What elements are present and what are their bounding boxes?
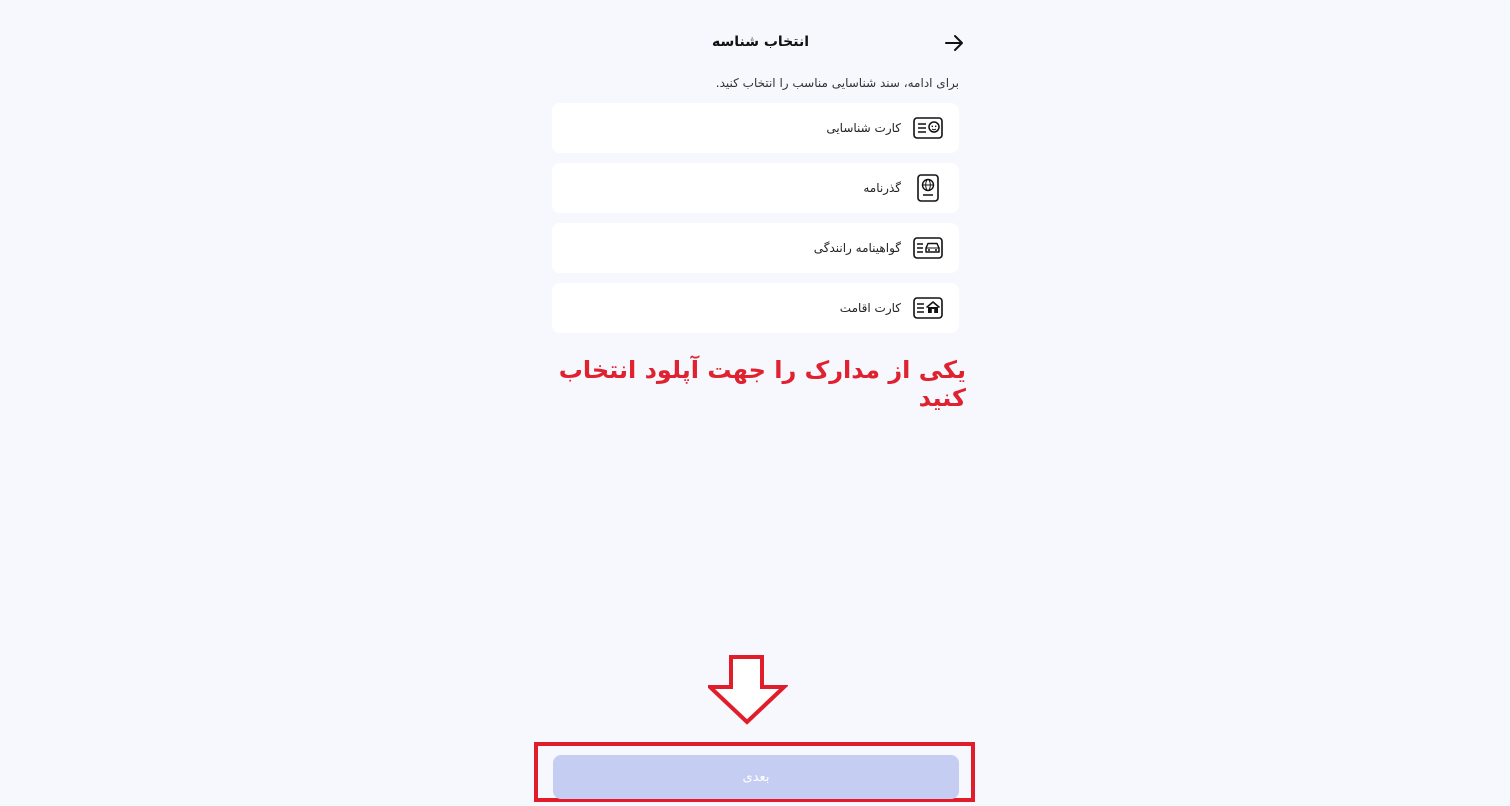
next-button[interactable]: بعدی [553, 755, 959, 799]
page-header: انتخاب شناسه [552, 28, 969, 58]
page-title: انتخاب شناسه [711, 34, 810, 50]
option-label: کارت شناسایی [826, 121, 901, 135]
instruction-annotation: یکی از مدارک را جهت آپلود انتخاب کنید [558, 356, 966, 412]
passport-icon [913, 173, 943, 203]
option-driving-license[interactable]: گواهینامه رانندگی [552, 223, 959, 273]
option-label: گذرنامه [863, 181, 901, 195]
option-passport[interactable]: گذرنامه [552, 163, 959, 213]
option-id-card[interactable]: کارت شناسایی [552, 103, 959, 153]
driving-license-icon [913, 233, 943, 263]
residence-card-icon [913, 293, 943, 323]
document-options-list: کارت شناسایی گذرنامه گواهینامه رانندگی ک… [552, 103, 959, 343]
id-card-icon [913, 113, 943, 143]
option-label: گواهینامه رانندگی [813, 241, 901, 255]
option-residence-card[interactable]: کارت اقامت [552, 283, 959, 333]
arrow-down-icon [708, 655, 788, 725]
page-subtitle: برای ادامه، سند شناسایی مناسب را انتخاب … [715, 76, 959, 90]
option-label: کارت اقامت [839, 301, 901, 315]
